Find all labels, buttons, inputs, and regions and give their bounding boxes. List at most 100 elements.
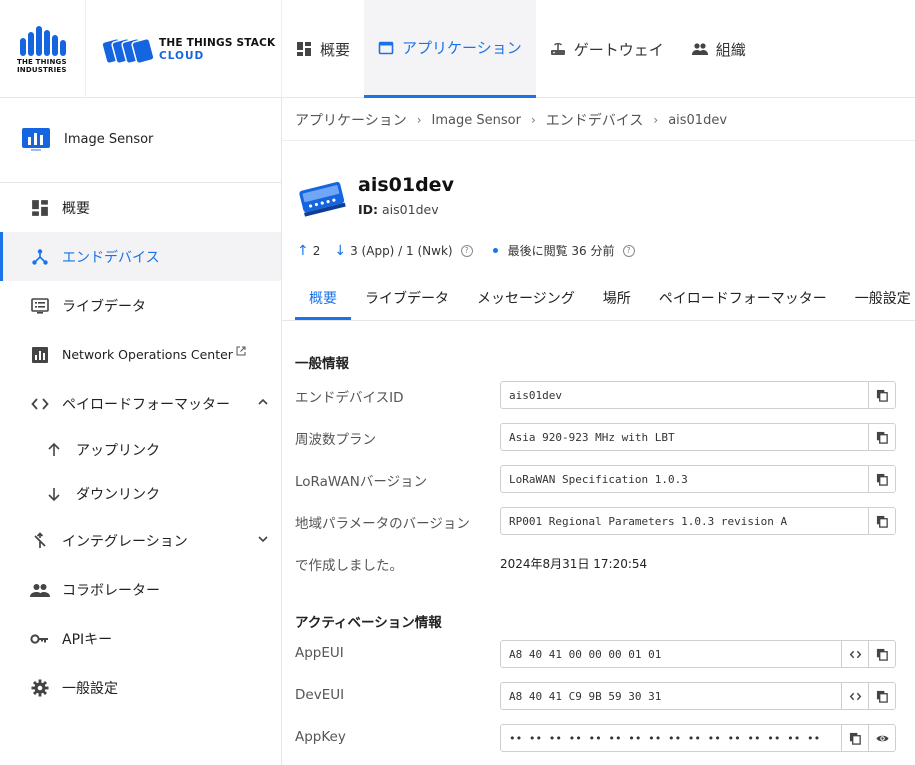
copy-button[interactable] [868,424,895,450]
arrow-up-icon [44,440,64,460]
field-row-frequency-plan: 周波数プラン Asia 920-923 MHz with LBT [295,423,900,451]
group-icon [30,580,50,600]
sidebar-item-label: ライブデータ [62,298,146,315]
sidebar-item-uplink[interactable]: アップリンク [0,428,281,472]
sidebar-item-overview[interactable]: 概要 [0,183,281,232]
nav-overview-label: 概要 [320,40,351,59]
breadcrumb-device: ais01dev [668,112,728,128]
sidebar-item-general-settings[interactable]: 一般設定 [0,663,281,712]
sidebar-item-integrations[interactable]: インテグレーション [0,516,281,565]
device-id-label: ID: [358,202,379,217]
sidebar-item-label: コラボレーター [62,582,160,599]
bar-chart-icon [30,345,50,365]
field-label: で作成しました。 [295,558,403,574]
tab-location[interactable]: 場所 [589,278,645,320]
device-id: ID: ais01dev [358,202,439,217]
device-id-field: ais01dev [500,381,896,409]
nav-applications[interactable]: アプリケーション [364,0,536,98]
people-icon [691,43,708,55]
field-label: エンドデバイスID [295,390,404,406]
field-label: AppKey [295,729,346,745]
sidebar-item-api-keys[interactable]: APIキー [0,614,281,663]
sidebar-item-downlink[interactable]: ダウンリンク [0,472,281,516]
sidebar-item-label: ペイロードフォーマッター [62,396,230,413]
copy-icon [876,515,888,528]
device-stats: ↑ 2 ↓ 3 (App) / 1 (Nwk) ? 最後に閲覧 36 分前 ? [297,242,635,259]
tab-messaging[interactable]: メッセージング [463,278,589,320]
field-row-app-eui: AppEUI A8 40 41 00 00 00 01 01 [295,640,900,668]
nav-gateways[interactable]: ゲートウェイ [536,0,678,98]
sidebar-item-live-data[interactable]: ライブデータ [0,281,281,330]
nav-overview[interactable]: 概要 [282,0,364,98]
tab-general-settings[interactable]: 一般設定 [841,278,915,320]
sidebar-app-name: Image Sensor [64,132,154,147]
breadcrumb-application[interactable]: Image Sensor [432,113,521,128]
key-icon [30,629,50,649]
breadcrumb-end-devices[interactable]: エンドデバイス [546,110,644,130]
general-info-title: 一般情報 [295,356,349,372]
sidebar-item-label: Network Operations Center [62,347,233,362]
sidebar: Image Sensor 概要 エンドデバイス ライブデータ Network O… [0,98,282,765]
copy-button[interactable] [868,508,895,534]
sidebar-item-label: 一般設定 [62,680,118,697]
top-header: THE THINGS INDUSTRIES THE THINGS STACK C… [0,0,915,98]
router-icon [550,42,565,55]
list-alt-icon [30,296,50,316]
copy-button[interactable] [868,683,895,709]
chevron-up-icon[interactable] [257,396,269,408]
copy-icon [876,473,888,486]
field-value[interactable]: A8 40 41 00 00 00 01 01 [501,641,841,667]
reveal-button[interactable] [868,725,895,751]
copy-button[interactable] [868,641,895,667]
field-value[interactable]: ais01dev [501,382,868,408]
tab-overview[interactable]: 概要 [295,278,351,320]
sidebar-app-header[interactable]: Image Sensor [0,98,281,183]
tti-logo[interactable]: THE THINGS INDUSTRIES [0,0,86,98]
activation-info-title: アクティベーション情報 [295,615,442,631]
end-device-icon [299,181,346,217]
field-value[interactable]: LoRaWAN Specification 1.0.3 [501,466,868,492]
code-icon [849,692,861,700]
field-value[interactable]: •• •• •• •• •• •• •• •• •• •• •• •• •• •… [501,725,841,751]
field-row-created-at: で作成しました。 2024年8月31日 17:20:54 [295,549,900,577]
tts-logo[interactable]: THE THINGS STACK CLOUD [86,0,282,98]
sidebar-item-noc[interactable]: Network Operations Center [0,330,281,379]
nav-gateways-label: ゲートウェイ [573,40,664,59]
copy-icon [849,732,861,745]
sidebar-item-label: 概要 [62,200,90,217]
code-icon [849,650,861,658]
application-icon [22,128,50,151]
product-name: THE THINGS STACK [159,37,276,49]
copy-icon [876,648,888,661]
field-label: AppEUI [295,645,344,661]
sidebar-item-payload-formatters[interactable]: ペイロードフォーマッター [0,379,281,428]
eye-icon [875,735,889,741]
copy-button[interactable] [868,466,895,492]
sidebar-item-end-devices[interactable]: エンドデバイス [0,232,281,281]
field-row-app-key: AppKey •• •• •• •• •• •• •• •• •• •• •• … [295,724,900,752]
sidebar-item-collaborators[interactable]: コラボレーター [0,565,281,614]
help-icon[interactable]: ? [460,244,473,257]
device-title: ais01dev [358,174,454,196]
toggle-format-button[interactable] [841,683,868,709]
breadcrumb-applications[interactable]: アプリケーション [295,110,407,130]
field-value[interactable]: RP001 Regional Parameters 1.0.3 revision… [501,508,868,534]
field-value[interactable]: A8 40 41 C9 9B 59 30 31 [501,683,841,709]
help-icon[interactable]: ? [622,244,635,257]
chevron-down-icon[interactable] [257,533,269,545]
sidebar-item-label: APIキー [62,631,113,648]
tab-live-data[interactable]: ライブデータ [351,278,463,320]
toggle-format-button[interactable] [841,641,868,667]
copy-button[interactable] [868,382,895,408]
arrow-down-icon: ↓ [334,242,347,259]
sidebar-item-label: エンドデバイス [62,249,160,266]
tab-payload-formatters[interactable]: ペイロードフォーマッター [645,278,841,320]
field-value[interactable]: Asia 920-923 MHz with LBT [501,424,868,450]
copy-button[interactable] [841,725,868,751]
breadcrumb-divider [282,140,915,141]
merge-icon [30,531,50,551]
sidebar-item-label: ダウンリンク [76,487,160,503]
field-row-regional-params: 地域パラメータのバージョン RP001 Regional Parameters … [295,507,900,535]
field-row-lorawan-version: LoRaWANバージョン LoRaWAN Specification 1.0.3 [295,465,900,493]
nav-organizations[interactable]: 組織 [678,0,760,98]
